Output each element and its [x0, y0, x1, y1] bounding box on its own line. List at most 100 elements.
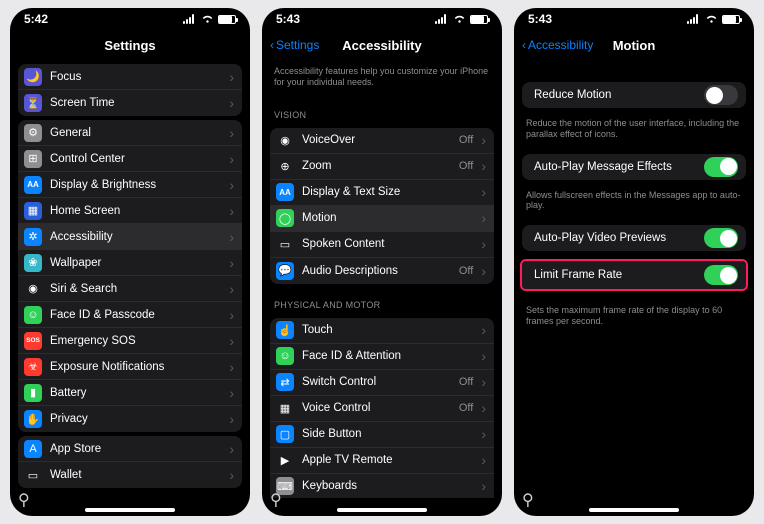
row-icon: ▦ — [24, 202, 42, 220]
row-voiceover[interactable]: ◉VoiceOverOff› — [270, 128, 494, 154]
row-icon: ⊕ — [276, 157, 294, 175]
row-icon: 💬 — [276, 262, 294, 280]
row-general[interactable]: ⚙︎General› — [18, 120, 242, 146]
magnifier-icon[interactable]: ⚲ — [270, 490, 282, 510]
row-label: Spoken Content — [302, 238, 473, 250]
chevron-right-icon: › — [481, 452, 486, 468]
row-label: Control Center — [50, 153, 221, 165]
row-auto-play-video-previews[interactable]: Auto-Play Video Previews — [522, 225, 746, 251]
row-display-text-size[interactable]: AADisplay & Text Size› — [270, 180, 494, 206]
toggle-switch[interactable] — [704, 157, 738, 177]
chevron-right-icon: › — [229, 307, 234, 323]
row-icon: ⊞ — [24, 150, 42, 168]
row-label: Exposure Notifications — [50, 361, 221, 373]
row-voice-control[interactable]: ▦Voice ControlOff› — [270, 396, 494, 422]
row-label: Privacy — [50, 413, 221, 425]
row-icon: ▦ — [276, 399, 294, 417]
chevron-right-icon: › — [481, 210, 486, 226]
row-icon: ▮ — [24, 384, 42, 402]
row-touch[interactable]: ☝Touch› — [270, 318, 494, 344]
chevron-right-icon: › — [481, 158, 486, 174]
status-icons — [435, 14, 488, 24]
row-side-button[interactable]: ▢Side Button› — [270, 422, 494, 448]
row-icon: ▭ — [276, 235, 294, 253]
row-icon: A — [24, 440, 42, 458]
home-indicator[interactable] — [337, 508, 427, 512]
home-indicator[interactable] — [85, 508, 175, 512]
row-home-screen[interactable]: ▦Home Screen› — [18, 198, 242, 224]
row-face-id-passcode[interactable]: ☺Face ID & Passcode› — [18, 302, 242, 328]
wifi-icon — [201, 14, 214, 24]
row-control-center[interactable]: ⊞Control Center› — [18, 146, 242, 172]
phone-accessibility: 5:43 ‹ Settings Accessibility Accessibil… — [262, 8, 502, 516]
row-label: Siri & Search — [50, 283, 221, 295]
row-label: Emergency SOS — [50, 335, 221, 347]
page-title: Accessibility — [342, 38, 422, 53]
row-label: Display & Text Size — [302, 186, 473, 198]
row-reduce-motion[interactable]: Reduce Motion — [522, 82, 746, 108]
row-description: Allows fullscreen effects in the Message… — [514, 184, 754, 222]
row-label: VoiceOver — [302, 134, 451, 146]
home-indicator[interactable] — [589, 508, 679, 512]
row-face-id-attention[interactable]: ☺Face ID & Attention› — [270, 344, 494, 370]
battery-icon — [470, 15, 488, 24]
row-label: Apple TV Remote — [302, 454, 473, 466]
settings-list[interactable]: 🌙 Focus › ⏳Screen Time› ⚙︎General› ⊞ Control C… — [10, 60, 250, 498]
row-value: Off — [459, 402, 473, 414]
chevron-right-icon: › — [229, 255, 234, 271]
magnifier-icon[interactable]: ⚲ — [522, 490, 534, 510]
cellular-icon — [435, 14, 449, 24]
row-wallpaper[interactable]: ❀Wallpaper› — [18, 250, 242, 276]
row-label: Battery — [50, 387, 221, 399]
toggle-switch[interactable] — [704, 265, 738, 285]
nav-bar: ‹ Settings Accessibility — [262, 30, 502, 60]
toggle-switch[interactable] — [704, 228, 738, 248]
chevron-right-icon: › — [229, 441, 234, 457]
row-icon: AA — [24, 176, 42, 194]
row-label: Voice Control — [302, 402, 451, 414]
settings-group: ◉VoiceOverOff›⊕ZoomOff›AADisplay & Text … — [270, 128, 494, 284]
row-label: Wallet — [50, 469, 221, 481]
row-accessibility[interactable]: ✲Accessibility› — [18, 224, 242, 250]
magnifier-icon[interactable]: ⚲ — [18, 490, 30, 510]
row-zoom[interactable]: ⊕ZoomOff› — [270, 154, 494, 180]
chevron-right-icon: › — [229, 359, 234, 375]
row-screen-time[interactable]: ⏳Screen Time› — [18, 90, 242, 116]
motion-list[interactable]: Reduce MotionReduce the motion of the us… — [514, 60, 754, 498]
toggle-switch[interactable] — [704, 85, 738, 105]
row-exposure-notifications[interactable]: ☣Exposure Notifications› — [18, 354, 242, 380]
row-app-store[interactable]: AApp Store› — [18, 436, 242, 462]
cellular-icon — [183, 14, 197, 24]
row-icon: ▢ — [276, 425, 294, 443]
row-label: Accessibility — [50, 231, 221, 243]
row-switch-control[interactable]: ⇄Switch ControlOff› — [270, 370, 494, 396]
row-label: Focus — [50, 71, 221, 83]
row-apple-tv-remote[interactable]: ▶Apple TV Remote› — [270, 448, 494, 474]
row-spoken-content[interactable]: ▭Spoken Content› — [270, 232, 494, 258]
page-description: Accessibility features help you customiz… — [262, 60, 502, 98]
chevron-right-icon: › — [229, 125, 234, 141]
row-icon: ☺ — [24, 306, 42, 324]
phone-settings: 5:42 Settings 🌙Focus›⏳Screen Time›⚙︎Gene… — [10, 8, 250, 516]
back-button[interactable]: ‹ Accessibility — [522, 38, 593, 52]
row-focus[interactable]: 🌙Focus› — [18, 64, 242, 90]
row-emergency-sos[interactable]: SOSEmergency SOS› — [18, 328, 242, 354]
row-motion[interactable]: ◯Motion› — [270, 206, 494, 232]
row-icon: 🌙 — [24, 68, 42, 86]
chevron-right-icon: › — [481, 132, 486, 148]
row-label: Audio Descriptions — [302, 265, 451, 277]
status-bar: 5:42 — [10, 8, 250, 30]
row-auto-play-message-effects[interactable]: Auto-Play Message Effects — [522, 154, 746, 180]
back-button[interactable]: ‹ Settings — [270, 38, 319, 52]
row-battery[interactable]: ▮Battery› — [18, 380, 242, 406]
row-privacy[interactable]: ✋Privacy› — [18, 406, 242, 432]
row-siri-search[interactable]: ◉Siri & Search› — [18, 276, 242, 302]
row-label: Face ID & Attention — [302, 350, 473, 362]
accessibility-list[interactable]: Accessibility features help you customiz… — [262, 60, 502, 498]
row-keyboards[interactable]: ⌨Keyboards› — [270, 474, 494, 498]
row-limit-frame-rate[interactable]: Limit Frame Rate — [522, 261, 746, 289]
row-display-brightness[interactable]: AADisplay & Brightness› — [18, 172, 242, 198]
row-audio-descriptions[interactable]: 💬Audio DescriptionsOff› — [270, 258, 494, 284]
chevron-right-icon: › — [229, 411, 234, 427]
row-wallet[interactable]: ▭Wallet› — [18, 462, 242, 488]
